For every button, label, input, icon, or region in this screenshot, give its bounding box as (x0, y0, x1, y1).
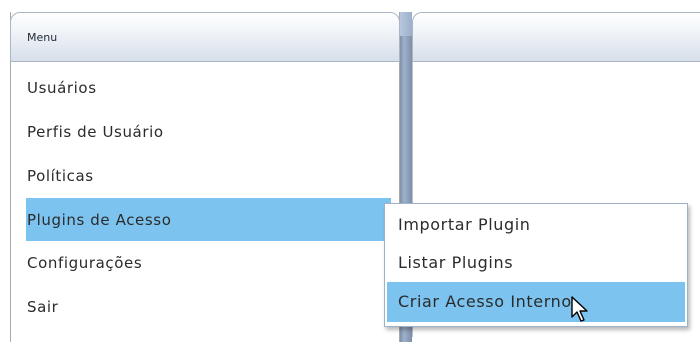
menu-item-politicas[interactable]: Políticas (11, 154, 400, 198)
menu-item-configuracoes[interactable]: Configurações (11, 241, 400, 285)
submenu-popup: Importar Plugin Listar Plugins Criar Ace… (384, 203, 688, 327)
arrow-pointer-icon (571, 296, 588, 322)
right-panel-header (412, 12, 700, 62)
menu-header: Menu (10, 12, 400, 62)
menu-item-plugins-acesso[interactable]: Plugins de Acesso (26, 198, 391, 241)
submenu-item-criar-acesso-interno[interactable]: Criar Acesso Interno (387, 282, 685, 322)
splitter-handle[interactable] (400, 12, 412, 36)
menu-item-usuarios[interactable]: Usuários (11, 66, 400, 110)
menu-item-sair[interactable]: Sair (11, 285, 400, 329)
window-top-strip (0, 0, 700, 12)
menu-title: Menu (27, 31, 58, 44)
menu-item-perfis[interactable]: Perfis de Usuário (11, 110, 400, 154)
submenu-item-listar-plugins[interactable]: Listar Plugins (387, 244, 685, 282)
submenu-item-importar-plugin[interactable]: Importar Plugin (387, 206, 685, 244)
menu-list: Usuários Perfis de Usuário Políticas Plu… (11, 66, 400, 329)
